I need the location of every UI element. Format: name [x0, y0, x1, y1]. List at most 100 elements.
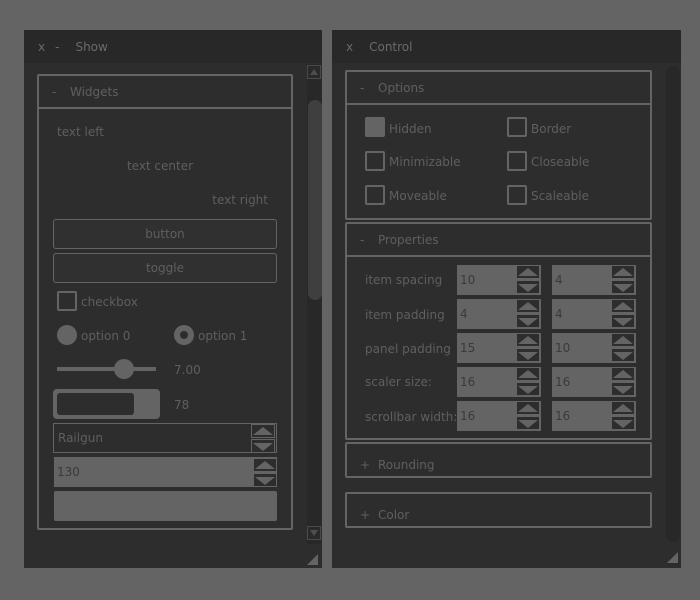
down-arrow-icon: [613, 386, 633, 394]
property-value: 4: [555, 273, 563, 287]
progress-bar-empty: [57, 393, 134, 415]
down-arrow-icon: [253, 443, 273, 451]
property-value: 16: [555, 375, 571, 389]
decrement-button[interactable]: [611, 416, 635, 430]
decrement-button[interactable]: [611, 348, 635, 362]
down-arrow-icon: [518, 318, 538, 326]
resize-handle[interactable]: [667, 552, 678, 563]
checkbox-border[interactable]: [507, 117, 527, 137]
scrollbar-thumb[interactable]: [308, 100, 322, 300]
resize-handle[interactable]: [307, 554, 318, 565]
increment-button[interactable]: [516, 333, 540, 347]
spinner-up-button[interactable]: [253, 458, 277, 472]
checkbox-label: checkbox: [81, 295, 138, 309]
decrement-button[interactable]: [516, 348, 540, 362]
property-value: 16: [555, 409, 571, 423]
decrement-button[interactable]: [516, 416, 540, 430]
collapse-icon[interactable]: -: [360, 81, 378, 95]
up-arrow-icon: [310, 69, 318, 75]
minimize-icon[interactable]: -: [55, 40, 59, 54]
button[interactable]: button: [53, 219, 277, 249]
down-arrow-icon: [255, 477, 275, 485]
expand-icon[interactable]: +: [360, 458, 378, 472]
control-window: x Control - Options Hidden Border Minimi…: [332, 30, 681, 568]
control-window-header[interactable]: x Control: [332, 30, 681, 63]
close-icon[interactable]: x: [38, 40, 45, 54]
increment-button[interactable]: [516, 401, 540, 415]
combo-down-button[interactable]: [251, 439, 275, 453]
property-y[interactable]: 10: [552, 333, 636, 363]
checkbox-scaleable[interactable]: [507, 185, 527, 205]
checkbox-closeable-label: Closeable: [531, 155, 590, 169]
down-arrow-icon: [613, 284, 633, 292]
slider-track[interactable]: [57, 367, 156, 371]
property-y[interactable]: 16: [552, 367, 636, 397]
combo-up-button[interactable]: [251, 424, 275, 438]
property-x[interactable]: 15: [457, 333, 541, 363]
decrement-button[interactable]: [516, 280, 540, 294]
property-y[interactable]: 4: [552, 265, 636, 295]
decrement-button[interactable]: [611, 314, 635, 328]
property-y[interactable]: 4: [552, 299, 636, 329]
property-y[interactable]: 16: [552, 401, 636, 431]
increment-button[interactable]: [611, 367, 635, 381]
widgets-group-header[interactable]: - Widgets: [39, 76, 291, 109]
combo-box[interactable]: Railgun: [53, 423, 277, 453]
property-label: panel padding: [365, 342, 451, 356]
options-group-header[interactable]: - Options: [347, 72, 650, 105]
decrement-button[interactable]: [611, 382, 635, 396]
checkbox[interactable]: [57, 291, 77, 311]
increment-button[interactable]: [611, 401, 635, 415]
vertical-scrollbar[interactable]: [666, 66, 680, 542]
expand-icon[interactable]: +: [360, 508, 378, 522]
show-window-header[interactable]: x - Show: [24, 30, 322, 63]
properties-group-header[interactable]: - Properties: [347, 224, 650, 257]
property-x[interactable]: 4: [457, 299, 541, 329]
text-center: text center: [126, 159, 194, 173]
radio-option-0[interactable]: [57, 325, 77, 345]
collapse-icon[interactable]: -: [52, 85, 70, 99]
increment-button[interactable]: [516, 299, 540, 313]
decrement-button[interactable]: [611, 280, 635, 294]
up-arrow-icon: [518, 404, 538, 412]
decrement-button[interactable]: [516, 314, 540, 328]
checkbox-closeable[interactable]: [507, 151, 527, 171]
radio-option-1[interactable]: [174, 325, 194, 345]
decrement-button[interactable]: [516, 382, 540, 396]
down-arrow-icon: [518, 386, 538, 394]
checkbox-hidden[interactable]: [365, 117, 385, 137]
up-arrow-icon: [518, 370, 538, 378]
increment-button[interactable]: [516, 265, 540, 279]
progress-bar[interactable]: [53, 389, 160, 419]
property-value: 16: [460, 375, 476, 389]
slider-value: 7.00: [174, 363, 201, 377]
window-title: Control: [369, 39, 413, 54]
rounding-group-header[interactable]: + Rounding: [347, 444, 650, 476]
scroll-up-button[interactable]: [307, 65, 321, 79]
up-arrow-icon: [518, 268, 538, 276]
group-title: Options: [378, 80, 425, 95]
toggle-button[interactable]: toggle: [53, 253, 277, 283]
spinner-down-button[interactable]: [253, 473, 277, 487]
collapse-icon[interactable]: -: [360, 233, 378, 247]
checkbox-moveable[interactable]: [365, 185, 385, 205]
increment-button[interactable]: [611, 265, 635, 279]
rounding-group: + Rounding: [345, 442, 652, 478]
property-value: 16: [460, 409, 476, 423]
checkbox-minimizable[interactable]: [365, 151, 385, 171]
up-arrow-icon: [613, 370, 633, 378]
increment-button[interactable]: [516, 367, 540, 381]
spinner-field[interactable]: 130: [54, 457, 277, 487]
slider-knob[interactable]: [114, 359, 134, 379]
increment-button[interactable]: [611, 333, 635, 347]
increment-button[interactable]: [611, 299, 635, 313]
up-arrow-icon: [613, 336, 633, 344]
scroll-down-button[interactable]: [307, 526, 321, 540]
property-x[interactable]: 10: [457, 265, 541, 295]
property-x[interactable]: 16: [457, 367, 541, 397]
close-icon[interactable]: x: [346, 40, 353, 54]
property-x[interactable]: 16: [457, 401, 541, 431]
up-arrow-icon: [518, 302, 538, 310]
text-field[interactable]: [54, 491, 277, 521]
color-group-header[interactable]: + Color: [347, 494, 650, 526]
